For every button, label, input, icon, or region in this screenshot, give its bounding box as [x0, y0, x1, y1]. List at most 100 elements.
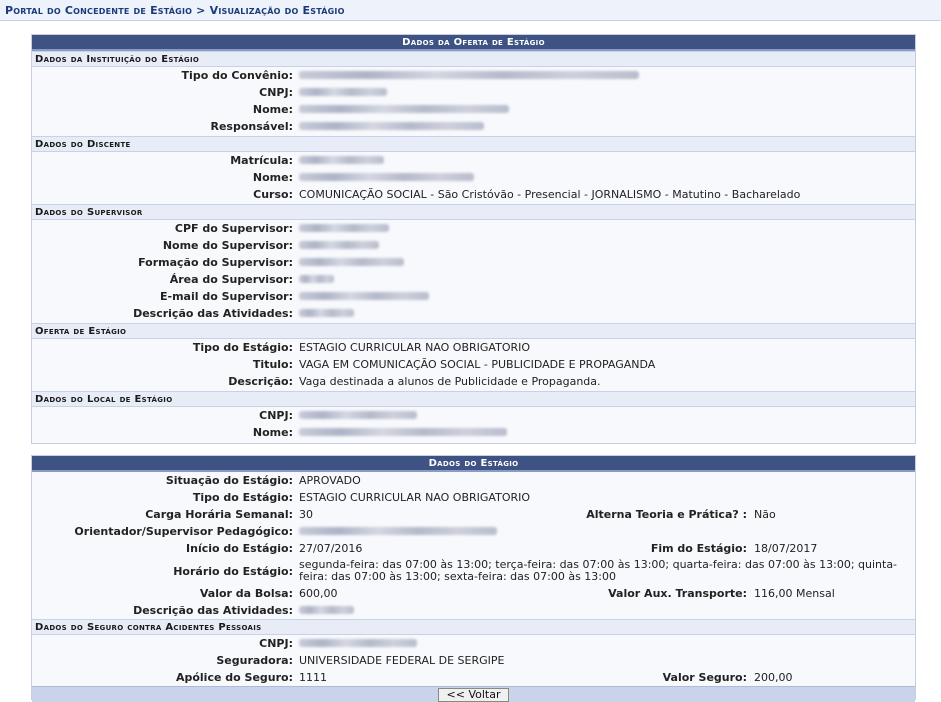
descricao-atividades-label: Descrição das Atividades: [133, 307, 293, 320]
estagio-panel: Dados do Estágio Situação do Estágio: AP… [31, 455, 916, 702]
descricao-oferta-label: Descrição: [228, 375, 293, 388]
nome-local-value [299, 424, 507, 441]
row-tipo-convenio: Tipo do Convênio: [32, 67, 915, 84]
row-matricula: Matrícula: [32, 152, 915, 169]
tipo-convenio-label: Tipo do Convênio: [181, 69, 293, 82]
nome-label: Nome: [252, 103, 293, 116]
situacao-label: Situação do Estágio: [165, 474, 293, 487]
cnpj-value [299, 84, 387, 101]
row-descricao-supervisor: Descrição das Atividades: [32, 305, 915, 322]
instituicao-section-title: Dados da Instituição do Estágio [32, 51, 915, 67]
area-supervisor-value [299, 271, 334, 288]
descricao-atividades-value [299, 305, 354, 322]
row-cnpj-instituicao: CNPJ: [32, 84, 915, 101]
row-titulo: Titulo: VAGA EM COMUNICAÇÃO SOCIAL - PUB… [32, 356, 915, 373]
responsavel-value [299, 118, 484, 135]
seguradora-value: UNIVERSIDADE FEDERAL DE SERGIPE [299, 654, 505, 667]
nome-local-label: Nome: [252, 426, 293, 439]
orientador-label: Orientador/Supervisor Pedagógico: [74, 525, 293, 538]
row-cpf-supervisor: CPF do Supervisor: [32, 220, 915, 237]
row-descricao-oferta: Descrição: Vaga destinada a alunos de Pu… [32, 373, 915, 390]
apolice-label: Apólice do Seguro: [175, 671, 293, 684]
row-responsavel: Responsável: [32, 118, 915, 135]
matricula-label: Matrícula: [230, 154, 293, 167]
row-formacao-supervisor: Formação do Supervisor: [32, 254, 915, 271]
cnpj-label: CNPJ: [259, 86, 293, 99]
matricula-value [299, 152, 384, 169]
cnpj-seguro-label: CNPJ: [259, 637, 293, 650]
carga-horaria-value: 30 [299, 508, 313, 521]
row-nome-instituicao: Nome: [32, 101, 915, 118]
fim-value: 18/07/2017 [754, 542, 818, 555]
valor-seguro-value: 200,00 [754, 671, 793, 684]
row-carga-horaria: Carga Horária Semanal: 30 Alterna Teoria… [32, 506, 915, 523]
oferta-panel-title: Dados da Oferta de Estágio [32, 35, 915, 51]
transporte-value: 116,00 Mensal [754, 587, 835, 600]
oferta-panel: Dados da Oferta de Estágio Dados da Inst… [31, 34, 916, 444]
nome-discente-value [299, 169, 474, 186]
breadcrumb: Portal do Concedente de Estágio > Visual… [0, 0, 941, 21]
discente-section-title: Dados do Discente [32, 136, 915, 152]
row-descricao-estagio: Descrição das Atividades: [32, 602, 915, 619]
row-nome-local: Nome: [32, 424, 915, 441]
tipo-estagio-value: ESTAGIO CURRICULAR NAO OBRIGATORIO [299, 341, 531, 354]
row-cnpj-seguro: CNPJ: [32, 635, 915, 652]
row-email-supervisor: E-mail do Supervisor: [32, 288, 915, 305]
fim-label: Fim do Estágio: [650, 542, 747, 555]
email-supervisor-label: E-mail do Supervisor: [160, 290, 293, 303]
row-orientador: Orientador/Supervisor Pedagógico: [32, 523, 915, 540]
cnpj-local-value [299, 407, 417, 424]
alterna-value: Não [754, 508, 776, 521]
apolice-value: 1111 [299, 671, 327, 684]
descricao-estagio-value [299, 602, 354, 619]
row-tipo-estagio-oferta: Tipo do Estágio: ESTAGIO CURRICULAR NAO … [32, 339, 915, 356]
row-situacao: Situação do Estágio: APROVADO [32, 472, 915, 489]
responsavel-label: Responsável: [210, 120, 293, 133]
local-section-title: Dados do Local de Estágio [32, 391, 915, 407]
row-datas: Início do Estágio: 27/07/2016 Fim do Est… [32, 540, 915, 557]
nome-supervisor-value [299, 237, 379, 254]
area-supervisor-label: Área do Supervisor: [169, 273, 293, 286]
horario-label: Horário do Estágio: [173, 565, 293, 578]
row-seguradora: Seguradora: UNIVERSIDADE FEDERAL DE SERG… [32, 652, 915, 669]
row-horario: Horário do Estágio: segunda-feira: das 0… [32, 557, 915, 585]
curso-label: Curso: [253, 188, 293, 201]
tipo-estagio-label: Tipo do Estágio: [192, 491, 293, 504]
descricao-oferta-value: Vaga destinada a alunos de Publicidade e… [299, 375, 601, 388]
titulo-label: Titulo: [252, 358, 293, 371]
nome-discente-label: Nome: [252, 171, 293, 184]
nome-supervisor-label: Nome do Supervisor: [162, 239, 293, 252]
inicio-value: 27/07/2016 [299, 542, 363, 555]
row-cnpj-local: CNPJ: [32, 407, 915, 424]
bolsa-label: Valor da Bolsa: [199, 587, 293, 600]
supervisor-section-title: Dados do Supervisor [32, 204, 915, 220]
row-nome-supervisor: Nome do Supervisor: [32, 237, 915, 254]
cpf-supervisor-label: CPF do Supervisor: [174, 222, 293, 235]
inicio-label: Início do Estágio: [186, 542, 293, 555]
tipo-estagio-value: ESTAGIO CURRICULAR NAO OBRIGATORIO [299, 491, 531, 504]
formacao-supervisor-value [299, 254, 404, 271]
nome-value [299, 101, 509, 118]
formacao-supervisor-label: Formação do Supervisor: [138, 256, 293, 269]
seguro-section-title: Dados do Seguro contra Acidentes Pessoai… [32, 619, 915, 635]
alterna-label: Alterna Teoria e Prática? : [586, 508, 747, 521]
seguradora-label: Seguradora: [216, 654, 293, 667]
row-tipo-estagio: Tipo do Estágio: ESTAGIO CURRICULAR NAO … [32, 489, 915, 506]
curso-value: COMUNICAÇÃO SOCIAL - São Cristóvão - Pre… [299, 188, 801, 201]
row-apolice: Apólice do Seguro: 1111 Valor Seguro: 20… [32, 669, 915, 686]
descricao-estagio-label: Descrição das Atividades: [133, 604, 293, 617]
email-supervisor-value [299, 288, 429, 305]
row-nome-discente: Nome: [32, 169, 915, 186]
bolsa-value: 600,00 [299, 587, 338, 600]
orientador-value [299, 523, 497, 540]
titulo-value: VAGA EM COMUNICAÇÃO SOCIAL - PUBLICIDADE… [299, 358, 656, 371]
carga-horaria-label: Carga Horária Semanal: [145, 508, 293, 521]
cnpj-local-label: CNPJ: [259, 409, 293, 422]
cpf-supervisor-value [299, 220, 389, 237]
estagio-panel-title: Dados do Estágio [32, 456, 915, 472]
oferta-section-title: Oferta de Estágio [32, 323, 915, 339]
row-area-supervisor: Área do Supervisor: [32, 271, 915, 288]
situacao-value: APROVADO [299, 474, 361, 487]
horario-value: segunda-feira: das 07:00 às 13:00; terça… [299, 558, 898, 583]
tipo-convenio-value [299, 67, 639, 84]
